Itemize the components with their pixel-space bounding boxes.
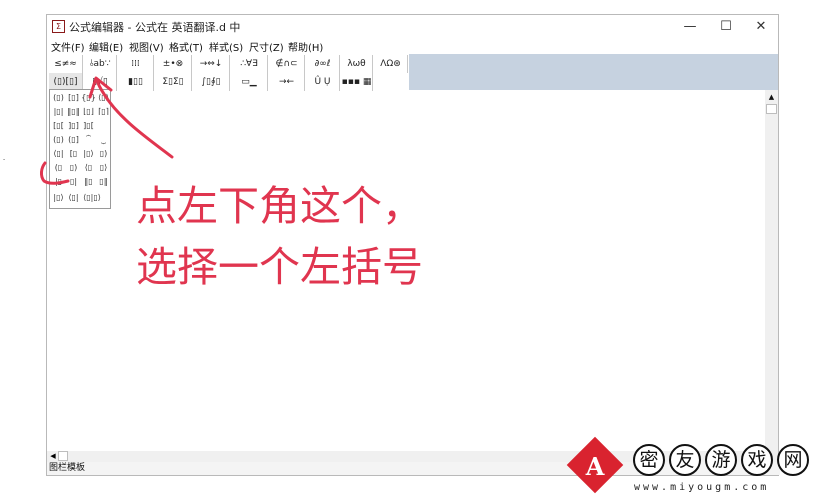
watermark-url: www.miyougm.com	[634, 482, 770, 493]
annotation-arrow-line	[95, 78, 174, 159]
annotation-circle	[40, 161, 70, 185]
logo-mark: A	[585, 452, 605, 481]
watermark-logo: A 密 友 游 戏 网 www.miyougm.com	[566, 436, 816, 500]
annotation-line-2: 选择一个左括号	[136, 243, 423, 291]
watermark-char: 密	[633, 444, 665, 476]
watermark-char: 网	[777, 444, 809, 476]
watermark-char: 戏	[741, 444, 773, 476]
watermark-char: 游	[705, 444, 737, 476]
annotation-line-1: 点左下角这个，	[136, 182, 423, 230]
watermark-char: 友	[669, 444, 701, 476]
